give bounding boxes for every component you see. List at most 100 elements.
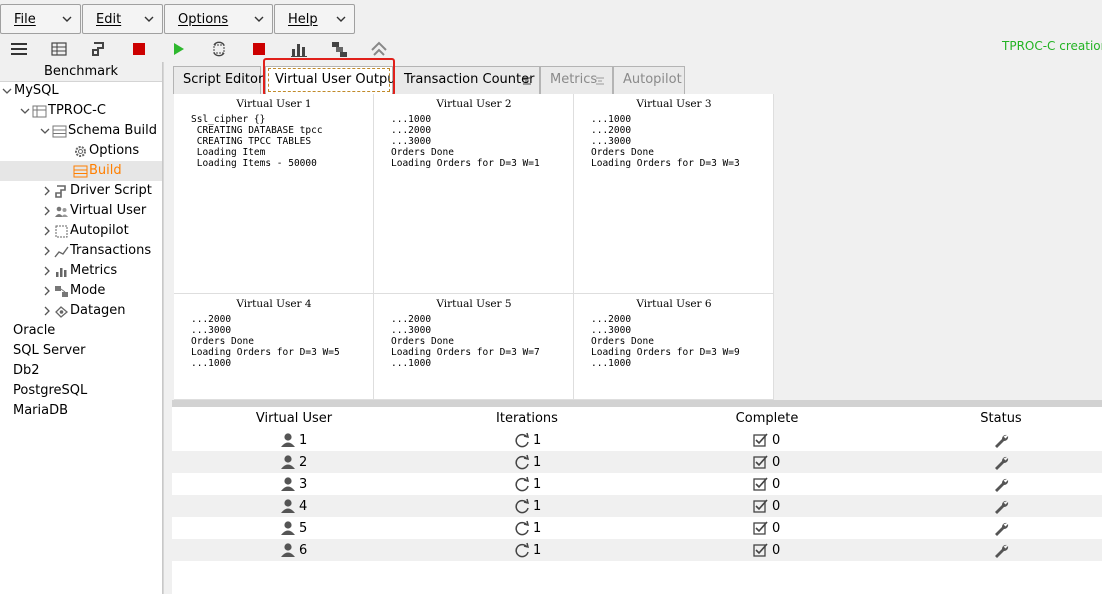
- cell-iterations-value: 1: [533, 476, 542, 492]
- tab-label-autopilot: Autopilot: [623, 72, 682, 87]
- tree-node-mode[interactable]: Mode: [42, 281, 105, 301]
- tab-highlight-frame: [263, 58, 395, 96]
- table-row[interactable]: 4 1 0: [172, 495, 1102, 517]
- menu-edit-label: Edit: [96, 12, 122, 27]
- driver-script-icon[interactable]: [89, 39, 109, 59]
- output-pane-title: Virtual User 5: [436, 298, 512, 310]
- refresh-icon: [515, 476, 530, 492]
- menu-options[interactable]: Options: [164, 4, 273, 34]
- output-pane-text: ...2000 ...3000 Orders Done Loading Orde…: [191, 314, 340, 369]
- output-pane-4: Virtual User 4 ...2000 ...3000 Orders Do…: [174, 294, 374, 400]
- tree-node-options[interactable]: Options: [73, 141, 139, 161]
- cell-complete: 0: [753, 432, 780, 448]
- table-row[interactable]: 3 1 0: [172, 473, 1102, 495]
- tree-node-tprocc[interactable]: TPROC-C: [20, 101, 106, 121]
- chevron-down-icon: [144, 16, 154, 22]
- user-icon: [281, 455, 295, 469]
- cell-complete: 0: [753, 520, 780, 536]
- chevron-right-icon: [44, 246, 50, 256]
- tab-script-editor[interactable]: Script Editor: [173, 66, 263, 94]
- tree-node-schema-build[interactable]: Schema Build: [40, 121, 157, 141]
- cell-status[interactable]: [992, 498, 1013, 516]
- tree-header: Benchmark: [0, 62, 162, 82]
- cell-virtual-user-value: 5: [299, 520, 308, 536]
- autopilot-icon[interactable]: [369, 39, 389, 59]
- cell-iterations-value: 1: [533, 454, 542, 470]
- run-icon[interactable]: [168, 39, 188, 59]
- output-pane-6: Virtual User 6 ...2000 ...3000 Orders Do…: [574, 294, 774, 400]
- virtual-user-output-area: Virtual User 1 Ssl_cipher {} CREATING DA…: [172, 94, 1102, 400]
- cell-virtual-user-value: 6: [299, 542, 308, 558]
- column-header-iterations[interactable]: Iterations: [477, 411, 577, 426]
- vuser-icon[interactable]: [209, 39, 229, 59]
- tree-scrollbar[interactable]: [163, 62, 172, 594]
- tree-label-transactions: Transactions: [70, 243, 152, 258]
- tree-node-mariadb[interactable]: MariaDB: [13, 401, 68, 421]
- menu-help[interactable]: Help: [274, 4, 355, 34]
- cell-status[interactable]: [992, 454, 1013, 472]
- chevron-down-icon: [336, 16, 346, 22]
- cell-status[interactable]: [992, 520, 1013, 538]
- cell-complete: 0: [753, 542, 780, 558]
- tree-node-mysql[interactable]: MySQL: [2, 81, 59, 101]
- tree-label-mysql: MySQL: [14, 83, 59, 98]
- output-pane-text: ...1000 ...2000 ...3000 Orders Done Load…: [591, 114, 740, 169]
- transactions-chart-icon[interactable]: [289, 39, 309, 59]
- cell-status[interactable]: [992, 542, 1013, 560]
- tree-node-metrics[interactable]: Metrics: [42, 261, 117, 281]
- tree-node-transactions[interactable]: Transactions: [42, 241, 151, 261]
- tree-label-schema-build: Schema Build: [68, 123, 158, 138]
- cell-complete-value: 0: [772, 498, 781, 514]
- output-pane-text: ...2000 ...3000 Orders Done Loading Orde…: [391, 314, 540, 369]
- table-row[interactable]: 1 1 0: [172, 429, 1102, 451]
- tree-node-sql-server[interactable]: SQL Server: [13, 341, 86, 361]
- tab-transaction-counter[interactable]: Transaction Counter: [394, 66, 540, 94]
- user-icon: [281, 433, 295, 447]
- tree-label-mariadb: MariaDB: [13, 403, 69, 418]
- tree-label-postgresql: PostgreSQL: [13, 383, 88, 398]
- pane-splitter[interactable]: [172, 400, 1102, 407]
- column-header-complete[interactable]: Complete: [717, 411, 817, 426]
- output-pane-2: Virtual User 2 ...1000 ...2000 ...3000 O…: [374, 94, 574, 294]
- check-box-icon: [753, 543, 768, 557]
- tab-detach-icon[interactable]: [522, 76, 532, 86]
- chevron-down-icon: [2, 88, 12, 94]
- tab-autopilot[interactable]: Autopilot: [613, 66, 685, 94]
- column-header-status[interactable]: Status: [951, 411, 1051, 426]
- stop-icon[interactable]: [129, 39, 149, 59]
- tree-node-datagen[interactable]: Datagen: [42, 301, 126, 321]
- table-row[interactable]: 5 1 0: [172, 517, 1102, 539]
- tree-node-postgresql[interactable]: PostgreSQL: [13, 381, 87, 401]
- tree-node-autopilot[interactable]: Autopilot: [42, 221, 129, 241]
- menu-file[interactable]: File: [0, 4, 81, 34]
- user-icon: [281, 521, 295, 535]
- table-row[interactable]: 6 1 0: [172, 539, 1102, 561]
- cell-status[interactable]: [992, 432, 1013, 450]
- tab-metrics[interactable]: Metrics: [540, 66, 613, 94]
- tree-node-oracle[interactable]: Oracle: [13, 321, 55, 341]
- menu-icon[interactable]: [9, 39, 29, 59]
- menu-edit[interactable]: Edit: [82, 4, 163, 34]
- toolbar: [0, 36, 1102, 62]
- stop-vuser-icon[interactable]: [249, 39, 269, 59]
- wrench-icon: [995, 544, 1009, 558]
- output-pane-title: Virtual User 2: [436, 98, 512, 110]
- cell-status[interactable]: [992, 476, 1013, 494]
- table-row[interactable]: 2 1 0: [172, 451, 1102, 473]
- tree-node-driver-script[interactable]: Driver Script: [42, 181, 152, 201]
- schema-icon[interactable]: [49, 39, 69, 59]
- column-header-virtual-user[interactable]: Virtual User: [244, 411, 344, 426]
- cell-virtual-user-value: 4: [299, 498, 308, 514]
- metrics-icon[interactable]: [329, 39, 349, 59]
- tree-node-virtual-user[interactable]: Virtual User: [42, 201, 146, 221]
- refresh-icon: [515, 498, 530, 514]
- tree-node-build[interactable]: Build: [73, 161, 122, 181]
- output-pane-title: Virtual User 4: [236, 298, 312, 310]
- user-icon: [281, 543, 295, 557]
- cell-virtual-user: 3: [280, 476, 307, 492]
- cell-iterations-value: 1: [533, 520, 542, 536]
- tree-node-db2[interactable]: Db2: [13, 361, 40, 381]
- tab-detach-icon[interactable]: [595, 76, 605, 86]
- tree-label-oracle: Oracle: [13, 323, 56, 338]
- chevron-right-icon: [44, 266, 50, 276]
